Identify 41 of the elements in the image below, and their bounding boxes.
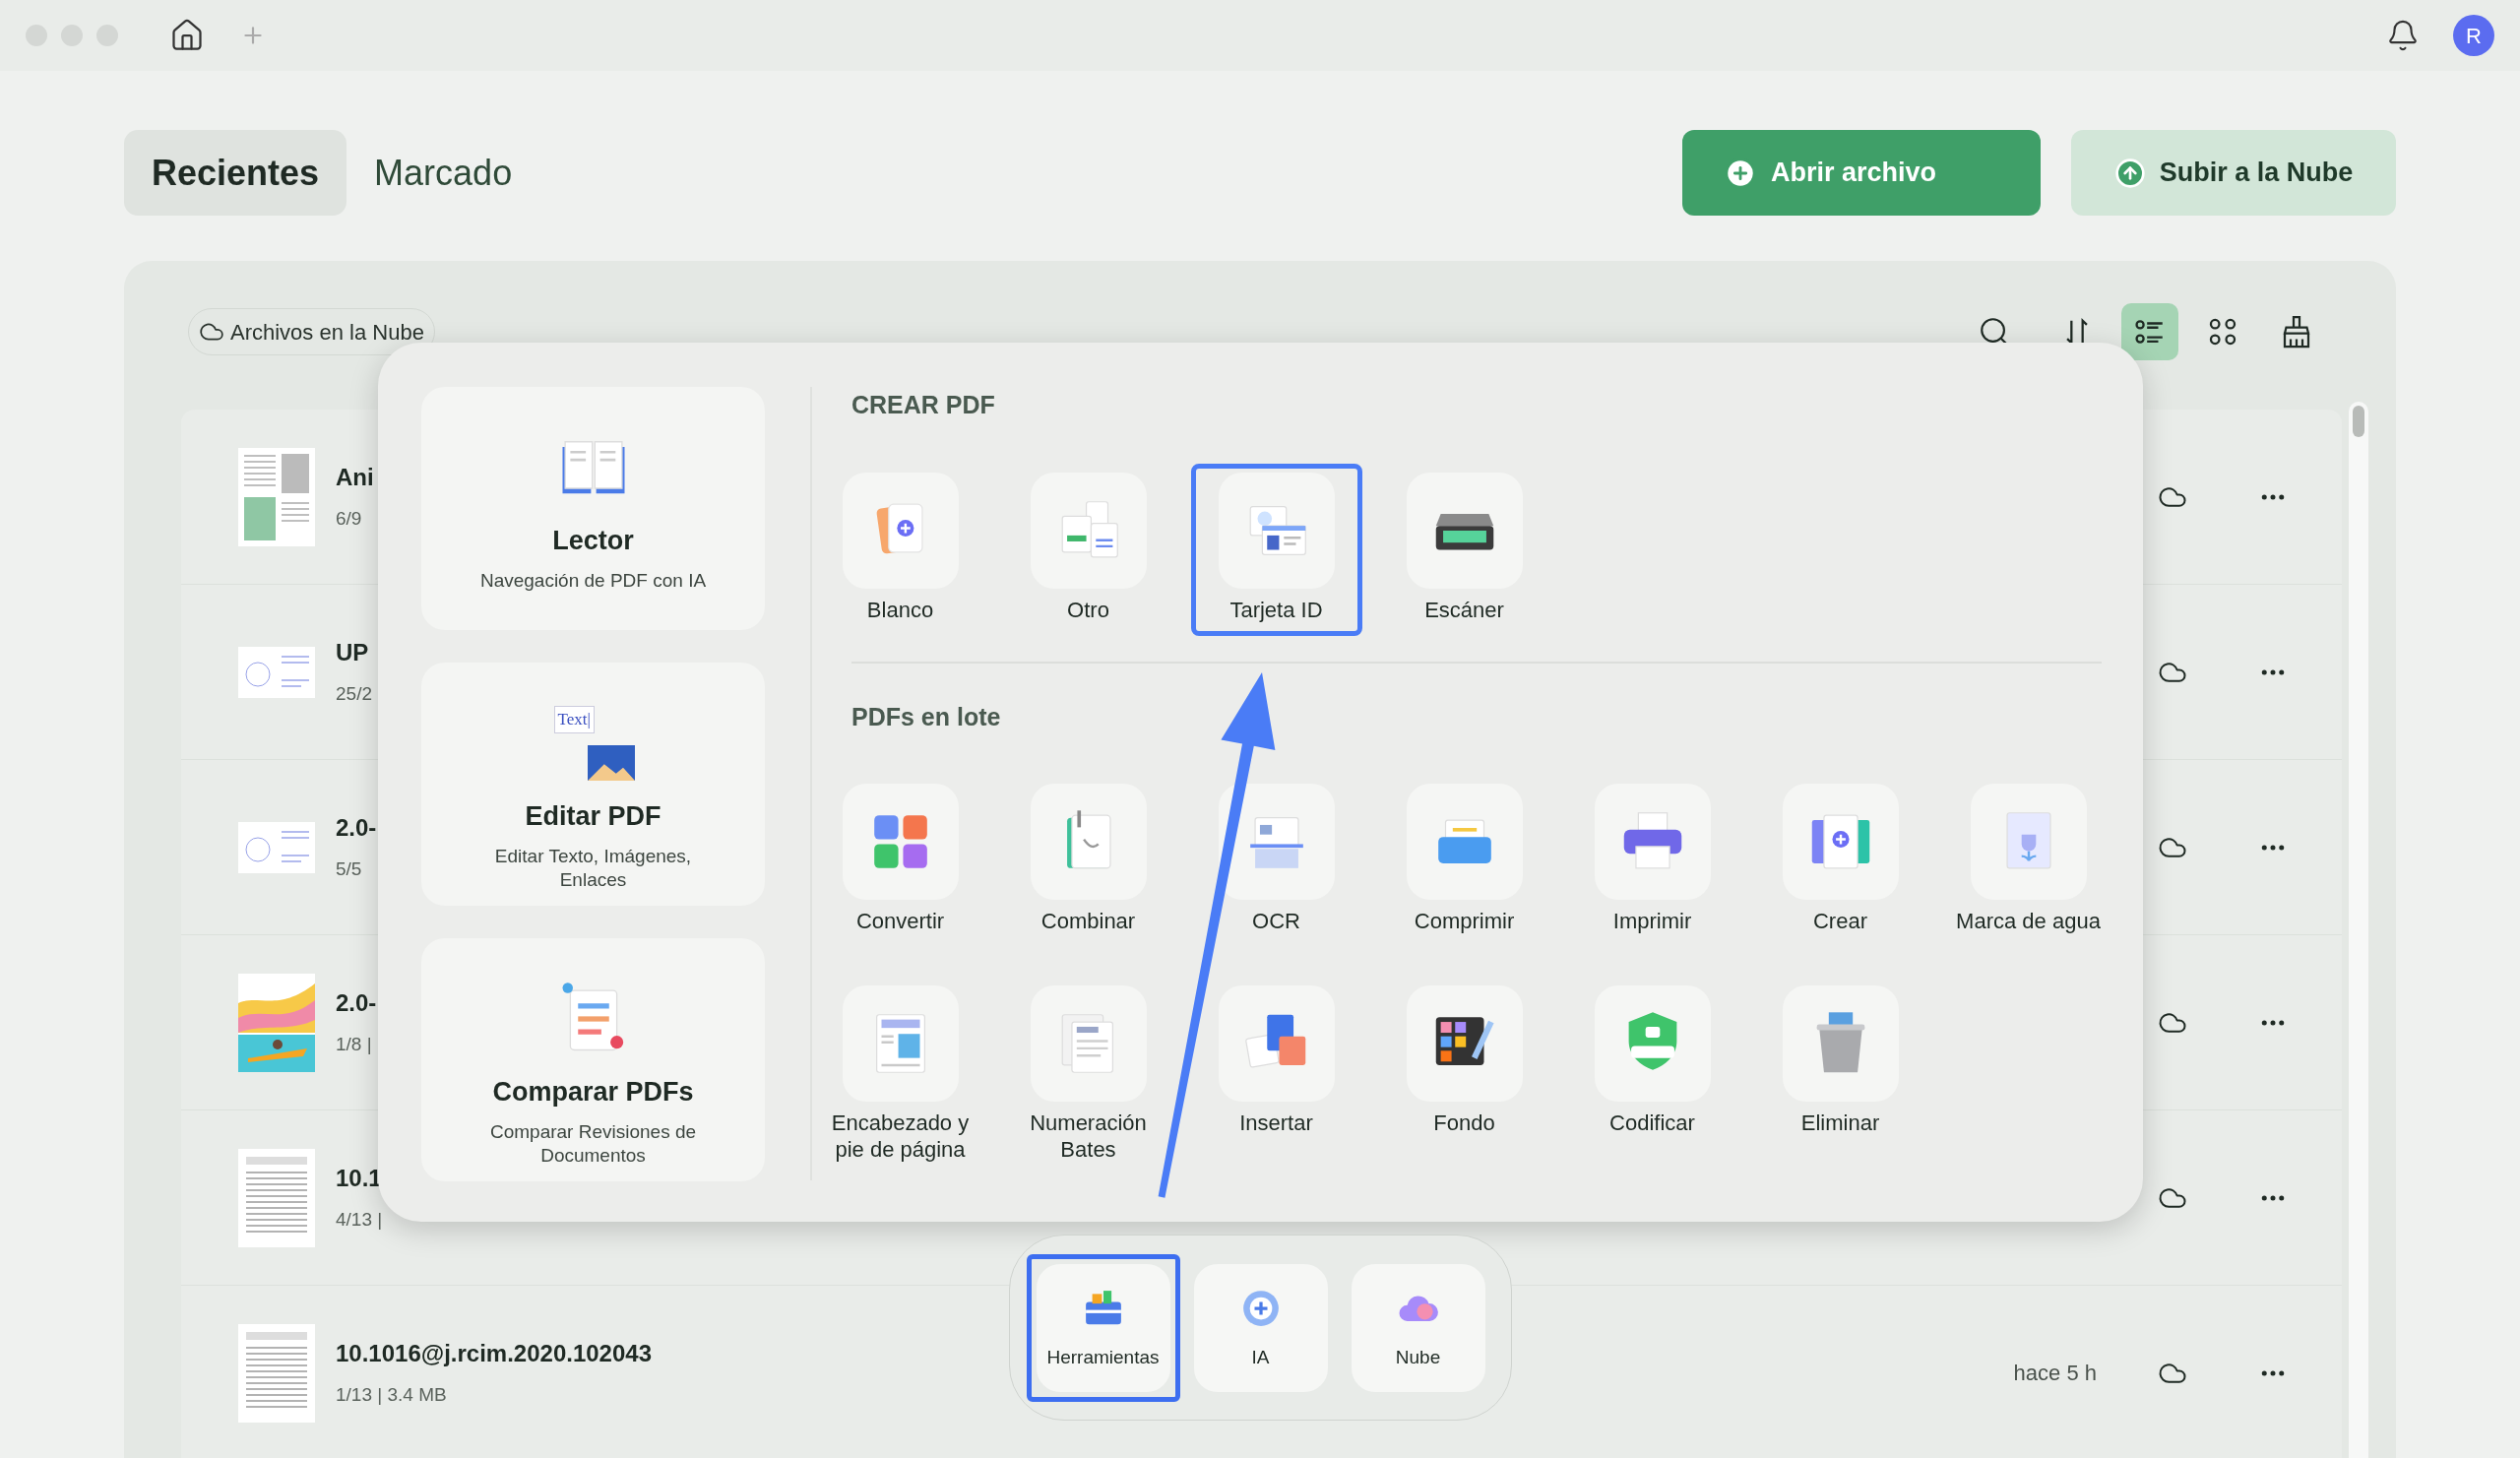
card-title: Comparar PDFs	[492, 1076, 694, 1109]
modified-time: hace 5 h	[2013, 1360, 2097, 1387]
tool-label: Combinar	[1040, 908, 1137, 934]
file-meta: 4/13 |	[336, 1208, 383, 1233]
file-name: Ani	[336, 463, 374, 493]
tool-label: Crear	[1812, 908, 1868, 934]
tool-label: Comprimir	[1413, 908, 1516, 934]
file-name: 2.0-	[336, 813, 377, 844]
tool-label: Insertar	[1238, 1109, 1314, 1136]
tool-label: Blanco	[865, 596, 935, 623]
file-meta: 1/8 |	[336, 1033, 373, 1057]
card-subtitle: Comparar Revisiones de Documentos	[488, 1119, 698, 1168]
dock-label: Nube	[1395, 1346, 1441, 1370]
card-subtitle: Editar Texto, Imágenes, Enlaces	[493, 844, 693, 892]
tool-label: Otro	[1066, 596, 1110, 623]
card-title: Lector	[552, 525, 634, 557]
tool-label: Codificar	[1608, 1109, 1696, 1136]
tool-label: Fondo	[1432, 1109, 1496, 1136]
tool-label: Escáner	[1423, 596, 1505, 623]
tool-label: Imprimir	[1611, 908, 1693, 934]
tool-label: Convertir	[854, 908, 946, 934]
section-heading: CREAR PDF	[851, 390, 996, 420]
tool-label: OCR	[1251, 908, 1301, 934]
file-name: 10.1	[336, 1164, 383, 1194]
file-meta: 25/2	[336, 682, 372, 707]
section-heading: PDFs en lote	[851, 701, 1002, 732]
file-meta: 5/5	[336, 857, 363, 882]
tool-label: Numeración Bates	[1029, 1109, 1148, 1163]
file-name: 10.1016@j.rcim.2020.102043	[336, 1339, 652, 1369]
file-name: 2.0-	[336, 988, 377, 1019]
file-name: UP	[336, 638, 370, 668]
file-meta: 6/9	[336, 507, 363, 532]
file-meta: 1/13 | 3.4 MB	[336, 1383, 448, 1408]
tool-label: Tarjeta ID	[1228, 596, 1324, 623]
dock-label: IA	[1251, 1346, 1270, 1370]
card-title: Editar PDF	[525, 800, 662, 833]
tool-label: Marca de agua	[1955, 908, 2102, 934]
tool-label: Encabezado y pie de página	[830, 1109, 971, 1163]
card-subtitle: Navegación de PDF con IA	[478, 568, 708, 593]
dock-label: Herramientas	[1046, 1346, 1160, 1370]
tool-label: Eliminar	[1799, 1109, 1881, 1136]
